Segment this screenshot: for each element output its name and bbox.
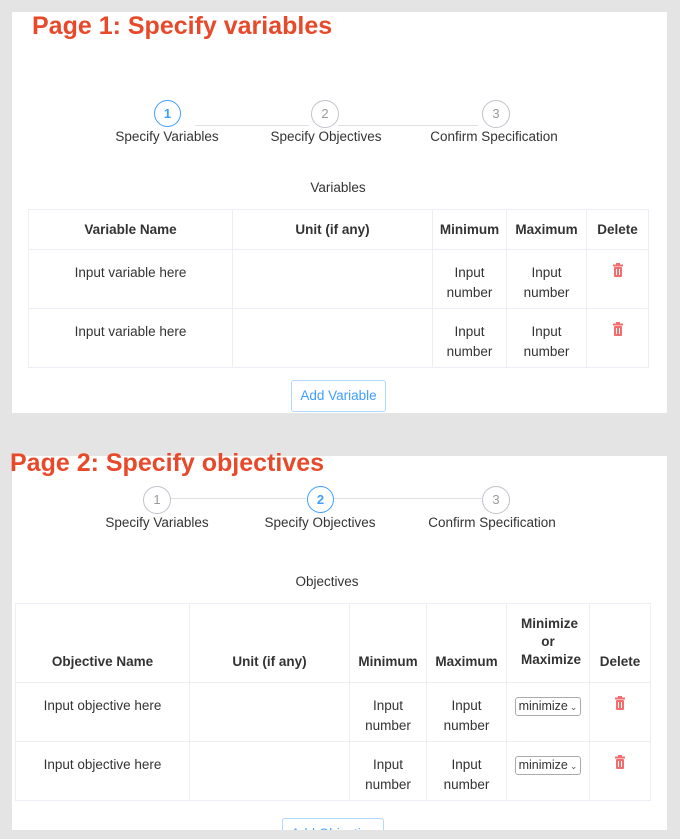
unit-input[interactable] bbox=[189, 682, 350, 742]
trash-icon[interactable] bbox=[612, 322, 624, 336]
objectives-table: Objective Name Unit (if any) Minimum Max… bbox=[15, 603, 651, 801]
step-3-circle[interactable]: 3 bbox=[482, 486, 510, 514]
add-variable-button[interactable]: Add Variable bbox=[291, 380, 386, 412]
step-2-label: Specify Objectives bbox=[270, 129, 382, 144]
variables-table: Variable Name Unit (if any) Minimum Maxi… bbox=[28, 209, 649, 368]
variable-name-input[interactable]: Input variable here bbox=[28, 249, 233, 309]
minimum-input[interactable]: Input number bbox=[349, 741, 427, 801]
trash-icon[interactable] bbox=[614, 755, 626, 769]
step-3-label: Confirm Specification bbox=[430, 129, 558, 144]
add-objective-button[interactable]: Add Objective bbox=[282, 818, 384, 830]
column-header: Minimize or Maximize bbox=[506, 603, 590, 683]
minimize-maximize-select[interactable]: minimize ⌄ bbox=[514, 697, 582, 716]
column-header: Variable Name bbox=[28, 209, 233, 250]
unit-input[interactable] bbox=[189, 741, 350, 801]
step-3-circle[interactable]: 3 bbox=[482, 100, 510, 128]
variables-section-title: Variables bbox=[310, 180, 366, 195]
maximum-input[interactable]: Input number bbox=[506, 308, 587, 368]
step-connector bbox=[168, 498, 306, 499]
column-header: Unit (if any) bbox=[189, 603, 350, 683]
select-value: minimize bbox=[518, 699, 568, 713]
column-header: Minimum bbox=[349, 603, 427, 683]
step-1-label: Specify Variables bbox=[115, 129, 219, 144]
step-2-label: Specify Objectives bbox=[264, 515, 376, 530]
step-connector bbox=[334, 498, 482, 499]
page1-title: Page 1: Specify variables bbox=[32, 12, 333, 40]
variable-name-input[interactable]: Input variable here bbox=[28, 308, 233, 368]
delete-button[interactable] bbox=[589, 741, 651, 801]
table-row: Input objective here Input number Input … bbox=[15, 741, 651, 801]
maximum-input[interactable]: Input number bbox=[426, 741, 507, 801]
table-row: Input objective here Input number Input … bbox=[15, 682, 651, 742]
minimum-input[interactable]: Input number bbox=[349, 682, 427, 742]
column-header: Maximum bbox=[426, 603, 507, 683]
objective-name-input[interactable]: Input objective here bbox=[15, 682, 190, 742]
unit-input[interactable] bbox=[232, 308, 433, 368]
select-value: minimize bbox=[518, 758, 568, 772]
step-1-circle[interactable]: 1 bbox=[143, 486, 171, 514]
minimum-input[interactable]: Input number bbox=[432, 308, 507, 368]
minimize-maximize-cell: minimize ⌄ bbox=[506, 741, 590, 801]
column-header: Maximum bbox=[506, 209, 587, 250]
page2-title: Page 2: Specify objectives bbox=[10, 449, 325, 477]
step-1-label: Specify Variables bbox=[105, 515, 209, 530]
step-connector bbox=[338, 125, 478, 126]
column-header: Minimum bbox=[432, 209, 507, 250]
maximum-input[interactable]: Input number bbox=[506, 249, 587, 309]
trash-icon[interactable] bbox=[614, 696, 626, 710]
chevron-down-icon: ⌄ bbox=[569, 702, 578, 712]
page1-panel: Page 1: Specify variables 1 2 3 Specify … bbox=[12, 12, 667, 413]
step-3-label: Confirm Specification bbox=[428, 515, 556, 530]
unit-input[interactable] bbox=[232, 249, 433, 309]
objective-name-input[interactable]: Input objective here bbox=[15, 741, 190, 801]
maximum-input[interactable]: Input number bbox=[426, 682, 507, 742]
step-2-circle[interactable]: 2 bbox=[311, 100, 339, 128]
delete-button[interactable] bbox=[589, 682, 651, 742]
column-header: Objective Name bbox=[15, 603, 190, 683]
minimize-maximize-select[interactable]: minimize ⌄ bbox=[514, 756, 582, 775]
minimum-input[interactable]: Input number bbox=[432, 249, 507, 309]
page2-panel: 1 2 3 Specify Variables Specify Objectiv… bbox=[12, 456, 667, 830]
objectives-section-title: Objectives bbox=[295, 574, 359, 589]
delete-button[interactable] bbox=[586, 308, 649, 368]
delete-button[interactable] bbox=[586, 249, 649, 309]
step-2-circle[interactable]: 2 bbox=[307, 486, 334, 513]
trash-icon[interactable] bbox=[612, 263, 624, 277]
step-connector bbox=[195, 125, 309, 126]
table-header-row: Variable Name Unit (if any) Minimum Maxi… bbox=[28, 209, 649, 250]
step-1-circle[interactable]: 1 bbox=[154, 100, 181, 127]
column-header: Delete bbox=[586, 209, 649, 250]
minimize-maximize-cell: minimize ⌄ bbox=[506, 682, 590, 742]
table-row: Input variable here Input number Input n… bbox=[28, 249, 649, 309]
chevron-down-icon: ⌄ bbox=[569, 761, 578, 771]
table-row: Input variable here Input number Input n… bbox=[28, 308, 649, 368]
column-header: Delete bbox=[589, 603, 651, 683]
table-header-row: Objective Name Unit (if any) Minimum Max… bbox=[15, 603, 651, 683]
column-header: Unit (if any) bbox=[232, 209, 433, 250]
